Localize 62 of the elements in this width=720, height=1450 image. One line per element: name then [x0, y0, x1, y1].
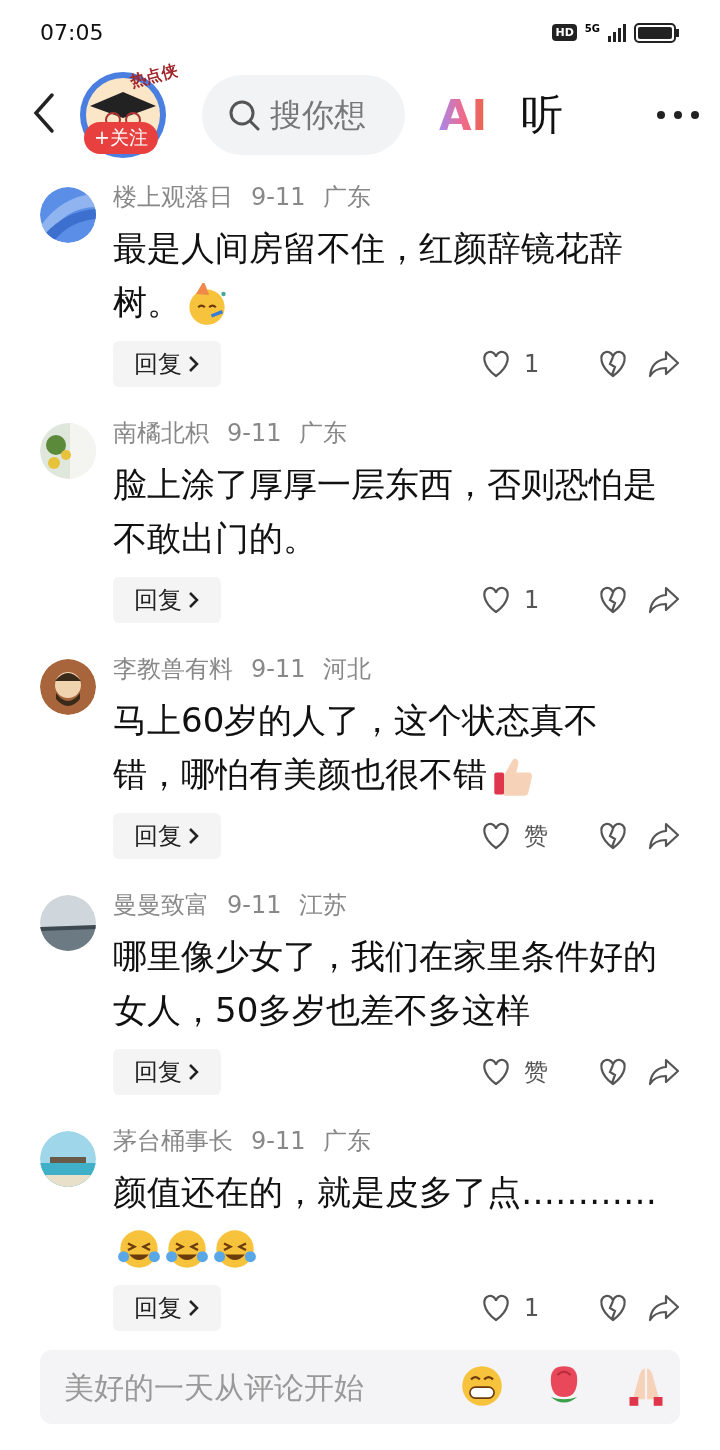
- share-icon[interactable]: [648, 820, 680, 852]
- broken-heart-icon[interactable]: [597, 1056, 629, 1088]
- chevron-right-icon: [188, 827, 200, 845]
- comment-region: 河北: [323, 654, 372, 685]
- like-count: 赞: [524, 821, 548, 852]
- username: 南橘北枳: [113, 418, 209, 449]
- battery-icon: [634, 22, 680, 43]
- comment-text: 马上60岁的人了，这个状态真不错，哪怕有美颜也很不错: [113, 700, 599, 794]
- reply-button[interactable]: 回复: [113, 577, 221, 623]
- share-icon[interactable]: [648, 584, 680, 616]
- follow-button[interactable]: +关注: [84, 122, 158, 154]
- like-count: 1: [524, 350, 540, 378]
- search-field[interactable]: 搜你想: [202, 75, 405, 155]
- grinning-face-icon[interactable]: [460, 1364, 504, 1408]
- share-icon[interactable]: [648, 348, 680, 380]
- clock-time: 07:05: [40, 20, 104, 45]
- comment-date: 9-11: [227, 891, 282, 919]
- like-count: 1: [524, 586, 540, 614]
- listen-button[interactable]: 听: [521, 87, 564, 143]
- comment-text: 最是人间房留不住，红颜辞镜花辞树。: [113, 228, 623, 322]
- broken-heart-icon[interactable]: [597, 820, 629, 852]
- share-icon[interactable]: [648, 1056, 680, 1088]
- reply-button[interactable]: 回复: [113, 341, 221, 387]
- comment-text: 脸上涂了厚厚一层东西，否则恐怕是不敢出门的。: [113, 464, 657, 558]
- share-icon[interactable]: [648, 1292, 680, 1324]
- network-label: 5G: [584, 22, 600, 34]
- heart-icon[interactable]: [480, 348, 512, 380]
- like-count: 赞: [524, 1057, 548, 1088]
- heart-icon[interactable]: [480, 1056, 512, 1088]
- username: 李教兽有料: [113, 654, 233, 685]
- comment-region: 江苏: [299, 890, 348, 921]
- like-count: 1: [524, 1294, 540, 1322]
- broken-heart-icon[interactable]: [597, 584, 629, 616]
- comment-date: 9-11: [251, 1127, 306, 1155]
- username: 曼曼致富: [113, 890, 209, 921]
- chevron-right-icon: [188, 1299, 200, 1317]
- chevron-right-icon: [188, 1063, 200, 1081]
- username: 楼上观落日: [113, 182, 233, 213]
- reply-button[interactable]: 回复: [113, 1049, 221, 1095]
- comment-date: 9-11: [251, 183, 306, 211]
- reply-button[interactable]: 回复: [113, 813, 221, 859]
- hd-badge: HD: [552, 24, 577, 41]
- comment-text: 哪里像少女了，我们在家里条件好的女人，50多岁也差不多这样: [113, 936, 657, 1030]
- comment-text: 颜值还在的，就是皮多了点…………: [113, 1172, 657, 1266]
- reply-button[interactable]: 回复: [113, 1285, 221, 1331]
- heart-icon[interactable]: [480, 820, 512, 852]
- broken-heart-icon[interactable]: [597, 1292, 629, 1324]
- chevron-right-icon: [188, 591, 200, 609]
- more-icon[interactable]: [656, 110, 700, 120]
- comment-date: 9-11: [227, 419, 282, 447]
- channel-label: 热点侠: [128, 60, 180, 93]
- signal-icon: [608, 23, 626, 42]
- comment-input-field[interactable]: 美好的一天从评论开始: [40, 1350, 680, 1424]
- comment-date: 9-11: [251, 655, 306, 683]
- heart-icon[interactable]: [480, 1292, 512, 1324]
- comment-region: 广东: [323, 1126, 372, 1157]
- comment-region: 广东: [323, 182, 372, 213]
- heart-icon[interactable]: [480, 584, 512, 616]
- broken-heart-icon[interactable]: [597, 348, 629, 380]
- username: 茅台桶事长: [113, 1126, 233, 1157]
- chevron-right-icon: [188, 355, 200, 373]
- comment-region: 广东: [299, 418, 348, 449]
